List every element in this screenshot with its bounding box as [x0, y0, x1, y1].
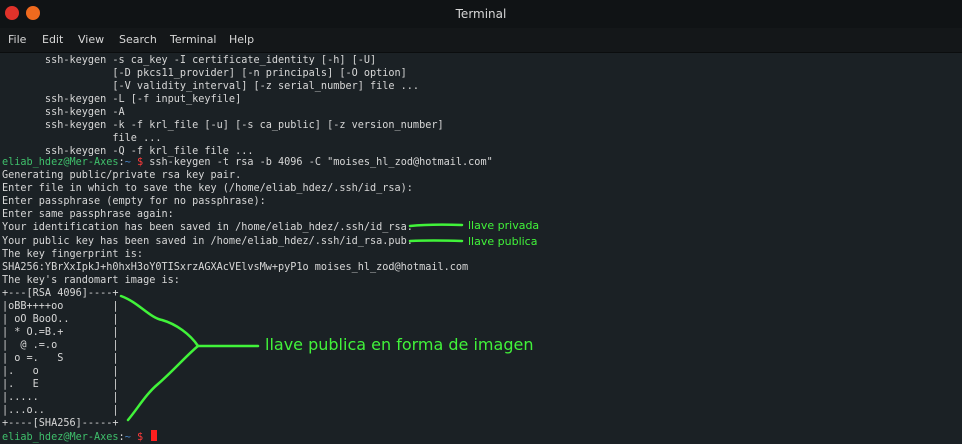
- public-key-label: llave publica: [468, 235, 538, 248]
- private-key-label: llave privada: [468, 219, 540, 232]
- public-key-image-label: llave publica en forma de imagen: [265, 335, 534, 354]
- terminal-window: Terminal File Edit View Search Terminal …: [0, 0, 962, 444]
- randomart-bracket: [119, 294, 200, 422]
- public-key-arrow: [408, 239, 464, 243]
- private-key-arrow: [408, 223, 464, 228]
